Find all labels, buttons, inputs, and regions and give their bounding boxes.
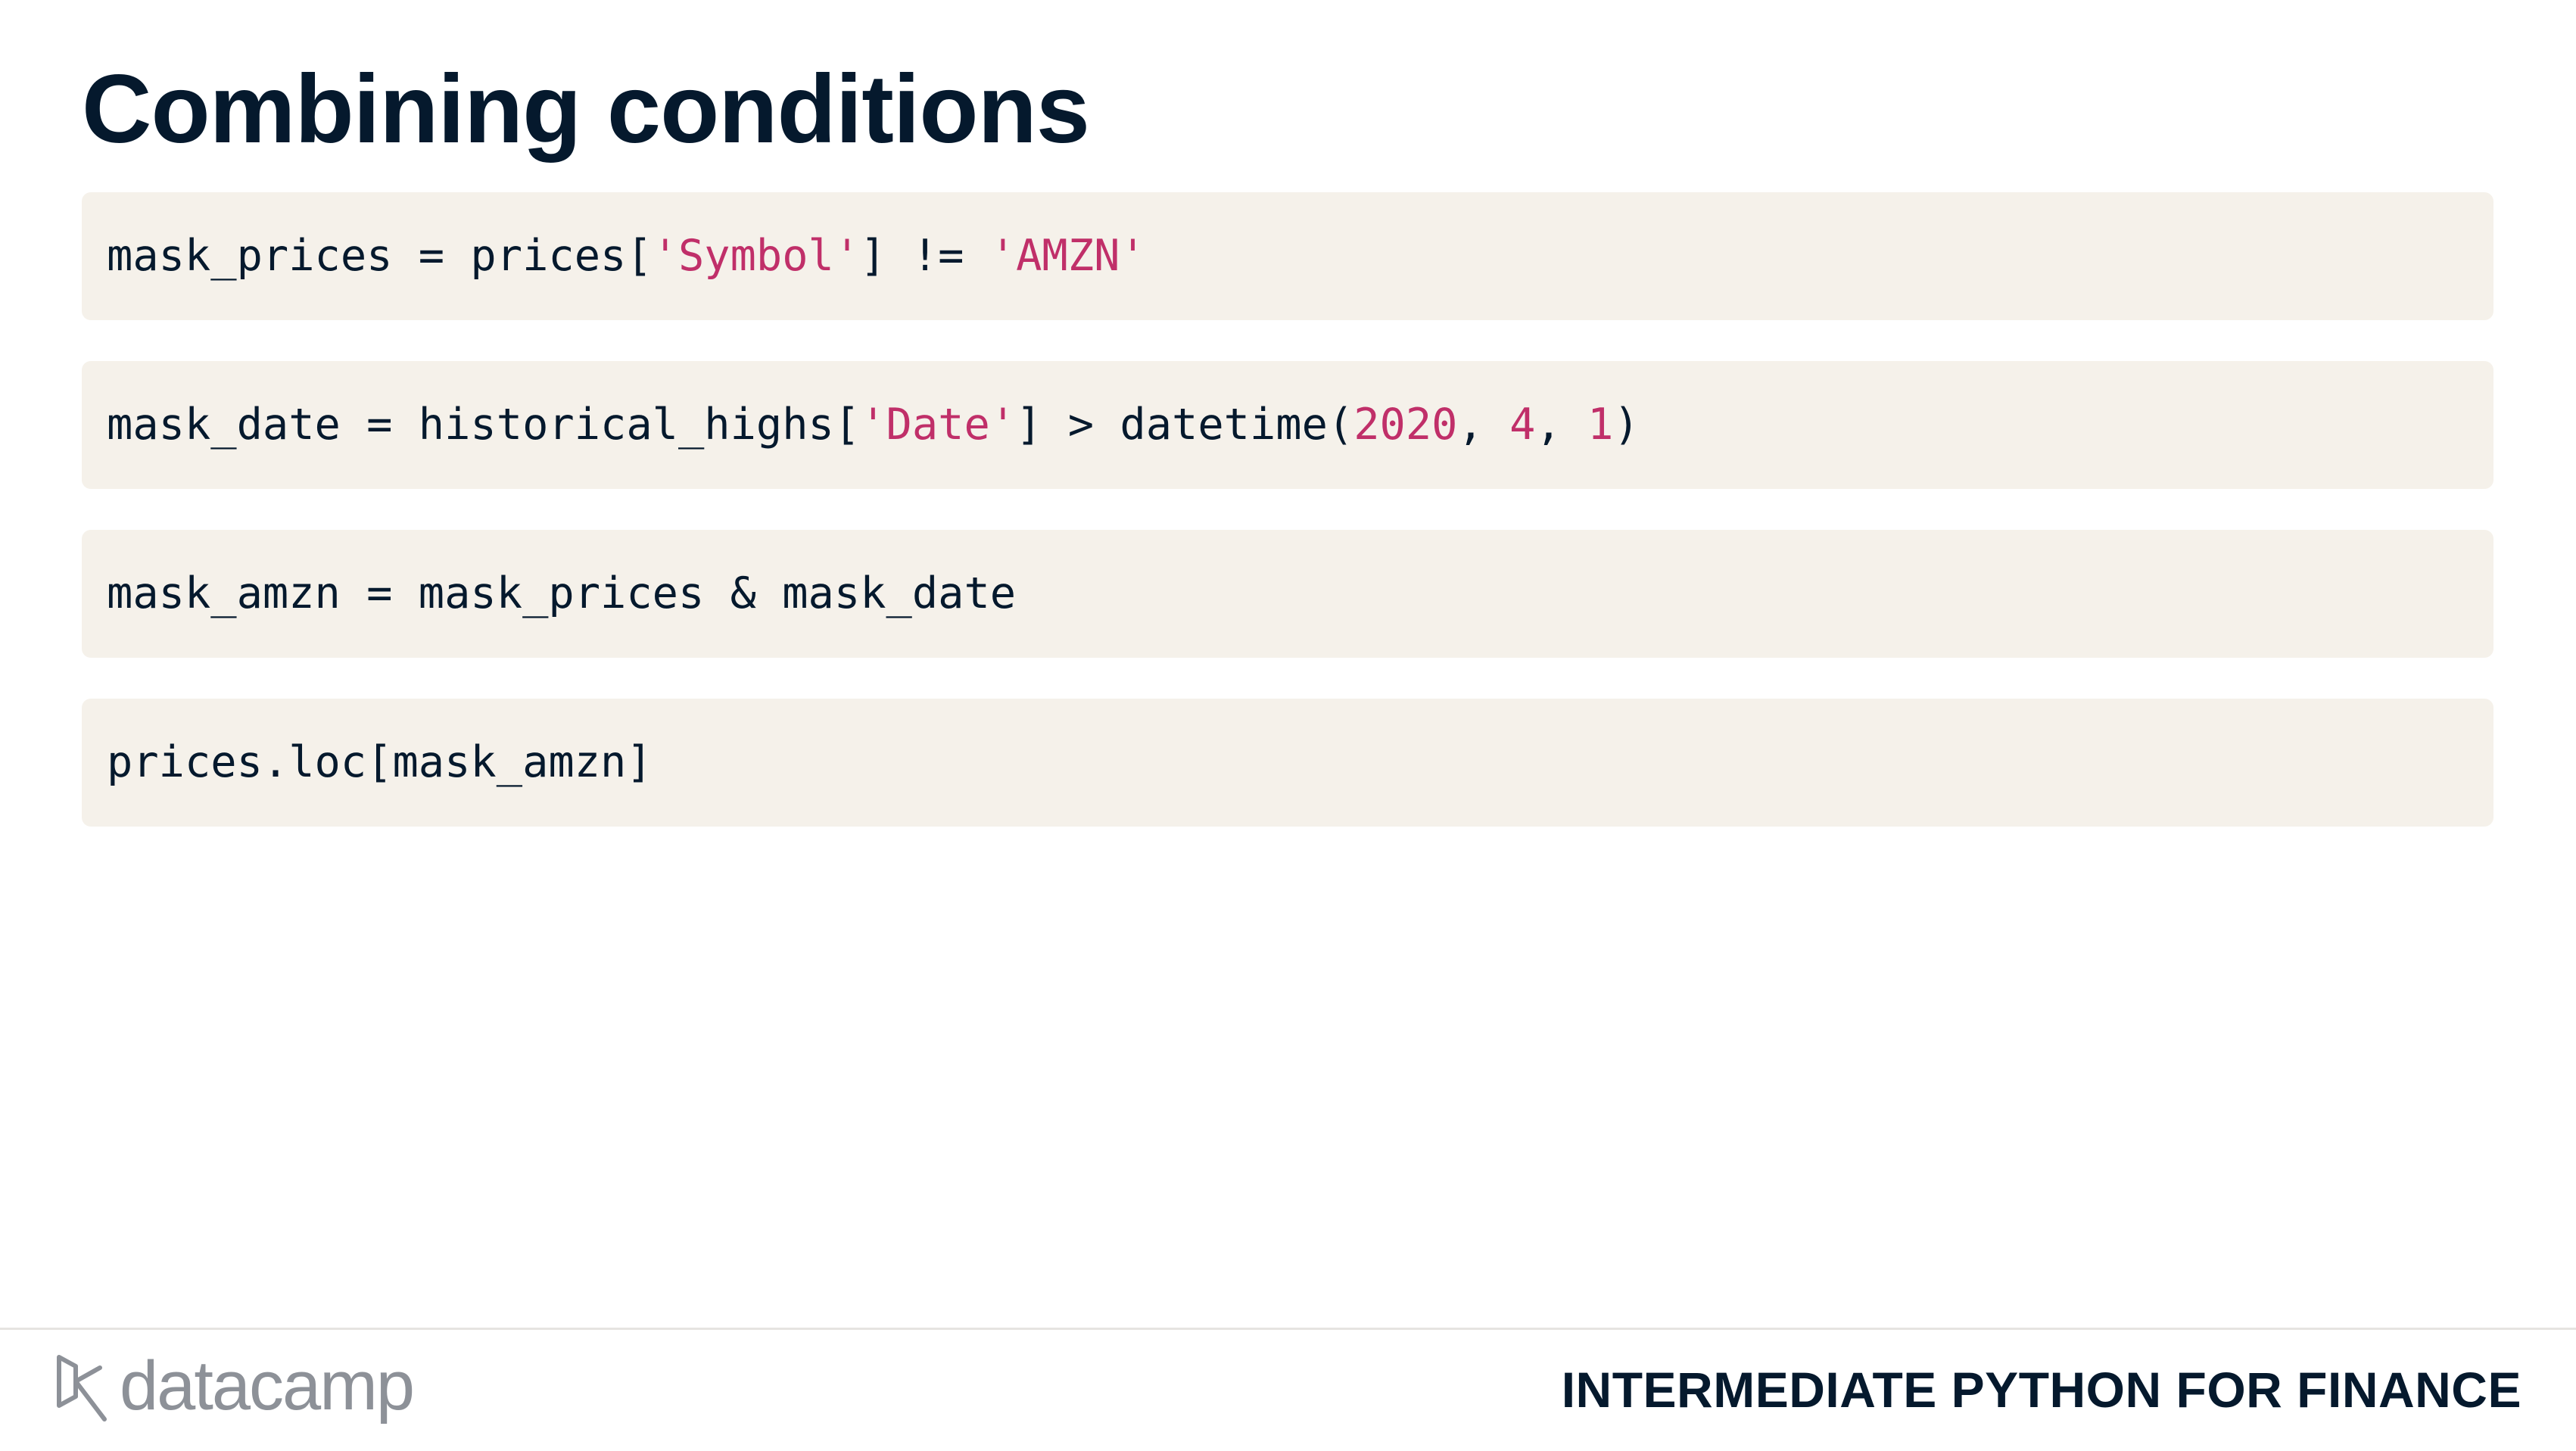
code-token-plain: mask_date = historical_highs[ [107, 400, 861, 450]
code-block: prices.loc[mask_amzn] [82, 699, 2493, 827]
code-token-plain: prices.loc[mask_amzn] [107, 737, 653, 787]
datacamp-logo: datacamp [53, 1347, 415, 1431]
code-token-plain: ] != [860, 231, 990, 281]
code-token-plain: mask_amzn = mask_prices & mask_date [107, 568, 1017, 618]
code-token-plain: , [1535, 400, 1588, 450]
code-token-num: 1 [1587, 400, 1614, 450]
course-name: INTERMEDIATE PYTHON FOR FINANCE [1561, 1362, 2521, 1418]
code-line: mask_date = historical_highs['Date'] > d… [107, 403, 1640, 447]
code-line: mask_prices = prices['Symbol'] != 'AMZN' [107, 235, 1146, 278]
code-block: mask_prices = prices['Symbol'] != 'AMZN' [82, 192, 2493, 320]
datacamp-logo-icon [57, 1355, 107, 1421]
code-line: prices.loc[mask_amzn] [107, 741, 653, 784]
code-block: mask_date = historical_highs['Date'] > d… [82, 361, 2493, 489]
slide: Combining conditions mask_prices = price… [0, 0, 2576, 1451]
code-token-plain: ] > datetime( [1016, 400, 1354, 450]
code-token-num: 4 [1509, 400, 1536, 450]
code-token-plain: mask_prices = prices[ [107, 231, 653, 281]
code-token-str: 'Symbol' [652, 231, 861, 281]
logo-wordmark: datacamp [120, 1347, 415, 1425]
footer-divider [0, 1328, 2576, 1330]
code-block: mask_amzn = mask_prices & mask_date [82, 530, 2493, 658]
code-token-str: 'Date' [860, 400, 1017, 450]
code-token-plain: ) [1613, 400, 1640, 450]
code-token-num: 2020 [1353, 400, 1458, 450]
code-line: mask_amzn = mask_prices & mask_date [107, 572, 1016, 615]
slide-title: Combining conditions [82, 55, 1090, 163]
code-token-str: 'AMZN' [989, 231, 1146, 281]
code-token-plain: , [1457, 400, 1510, 450]
